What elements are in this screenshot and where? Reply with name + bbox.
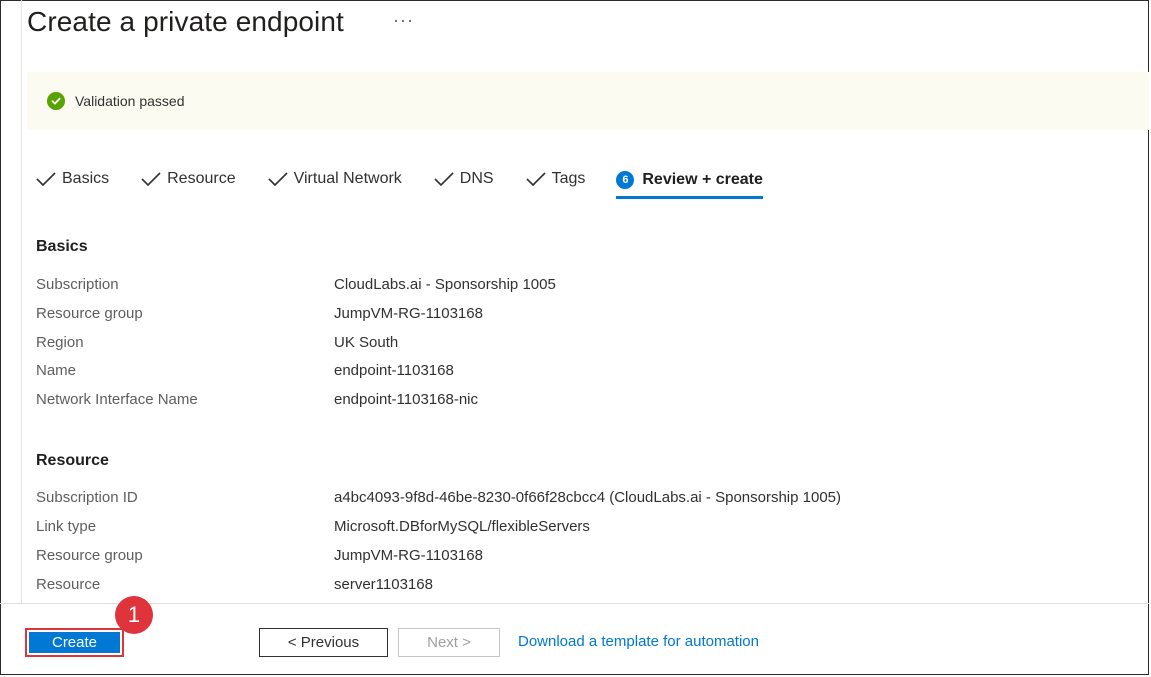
tab-review-create[interactable]: 6 Review + create <box>616 163 763 199</box>
wizard-tabs: Basics Resource Virtual Network DNS Tags… <box>35 163 763 199</box>
tab-tags[interactable]: Tags <box>525 163 586 195</box>
create-button[interactable]: Create <box>25 628 124 657</box>
tab-label: Tags <box>551 170 586 187</box>
row-value: UK South <box>334 334 399 351</box>
row-value: endpoint-1103168-nic <box>334 391 479 408</box>
row-value: Microsoft.DBforMySQL/flexibleServers <box>334 518 590 535</box>
more-options-icon[interactable]: ··· <box>393 10 414 31</box>
row-label: Subscription <box>36 276 119 293</box>
section-title-basics: Basics <box>36 238 88 255</box>
step-callout-badge: 1 <box>115 596 153 634</box>
row-label: Resource group <box>36 305 143 322</box>
download-template-link[interactable]: Download a template for automation <box>518 633 759 650</box>
checkmark-icon <box>268 172 288 187</box>
tab-label: Review + create <box>642 170 763 188</box>
footer-divider <box>0 603 1149 604</box>
validation-message: Validation passed <box>75 93 185 109</box>
section-title-resource: Resource <box>36 452 109 469</box>
checkmark-icon <box>36 172 56 187</box>
row-label: Name <box>36 362 77 379</box>
row-label: Region <box>36 334 84 351</box>
row-value: JumpVM-RG-1103168 <box>334 305 483 322</box>
tab-virtual-network[interactable]: Virtual Network <box>267 163 402 195</box>
row-label: Resource <box>36 576 101 593</box>
row-value: JumpVM-RG-1103168 <box>334 547 483 564</box>
row-label: Network Interface Name <box>36 391 198 408</box>
page-title: Create a private endpoint <box>27 6 344 37</box>
tab-dns[interactable]: DNS <box>433 163 494 195</box>
checkmark-icon <box>434 172 454 187</box>
checkmark-icon <box>526 172 546 187</box>
row-value: a4bc4093-9f8d-46be-8230-0f66f28cbcc4 (Cl… <box>334 489 842 506</box>
tab-label: Resource <box>167 170 236 187</box>
left-divider <box>21 0 22 603</box>
row-label: Resource group <box>36 547 143 564</box>
tab-label: Basics <box>62 170 110 187</box>
tab-basics[interactable]: Basics <box>35 163 109 195</box>
row-label: Link type <box>36 518 97 535</box>
validation-banner: Validation passed <box>27 72 1149 130</box>
row-value: endpoint-1103168 <box>334 362 454 379</box>
previous-button[interactable]: < Previous <box>259 628 388 657</box>
check-circle-icon <box>47 92 65 110</box>
checkmark-icon <box>141 172 161 187</box>
row-value: CloudLabs.ai - Sponsorship 1005 <box>334 276 556 293</box>
tab-label: DNS <box>459 170 494 187</box>
next-button[interactable]: Next > <box>398 628 500 657</box>
tab-resource[interactable]: Resource <box>140 163 236 195</box>
create-button-label: Create <box>29 632 120 653</box>
step-number-badge: 6 <box>616 170 635 189</box>
tab-label: Virtual Network <box>293 170 402 187</box>
row-value: server1103168 <box>334 576 433 593</box>
row-label: Subscription ID <box>36 489 138 506</box>
